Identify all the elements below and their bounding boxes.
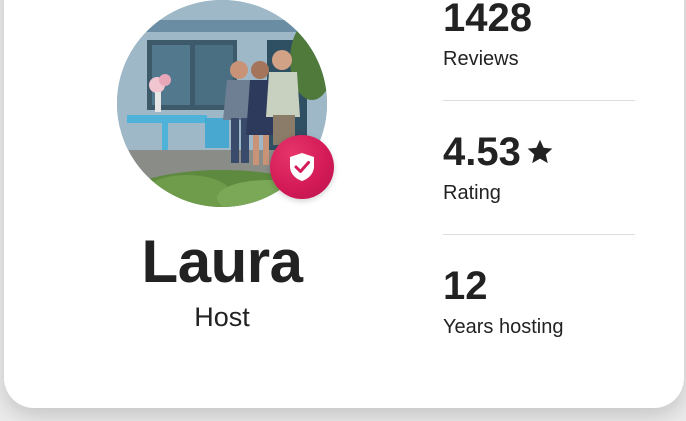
star-icon bbox=[527, 139, 553, 164]
stat-divider bbox=[443, 100, 635, 101]
stat-divider bbox=[443, 234, 635, 235]
stat-value-row: 4.53 bbox=[443, 128, 635, 176]
stat-label: Reviews bbox=[443, 48, 519, 70]
stat-label: Rating bbox=[443, 182, 501, 204]
stat-rating[interactable]: 4.53 Rating bbox=[443, 128, 635, 206]
stat-value: 1428 bbox=[443, 0, 532, 40]
stat-reviews[interactable]: 1428 Reviews bbox=[443, 0, 635, 72]
host-avatar-group bbox=[117, 0, 334, 207]
stat-value: 4.53 bbox=[443, 130, 521, 174]
stat-label: Years hosting bbox=[443, 316, 564, 338]
stat-value: 12 bbox=[443, 264, 488, 308]
stat-years-hosting[interactable]: 12 Years hosting bbox=[443, 262, 635, 340]
host-role: Host bbox=[194, 302, 250, 332]
verified-host-badge bbox=[270, 135, 334, 199]
host-name: Laura bbox=[141, 228, 303, 295]
shield-check-icon bbox=[290, 153, 314, 181]
